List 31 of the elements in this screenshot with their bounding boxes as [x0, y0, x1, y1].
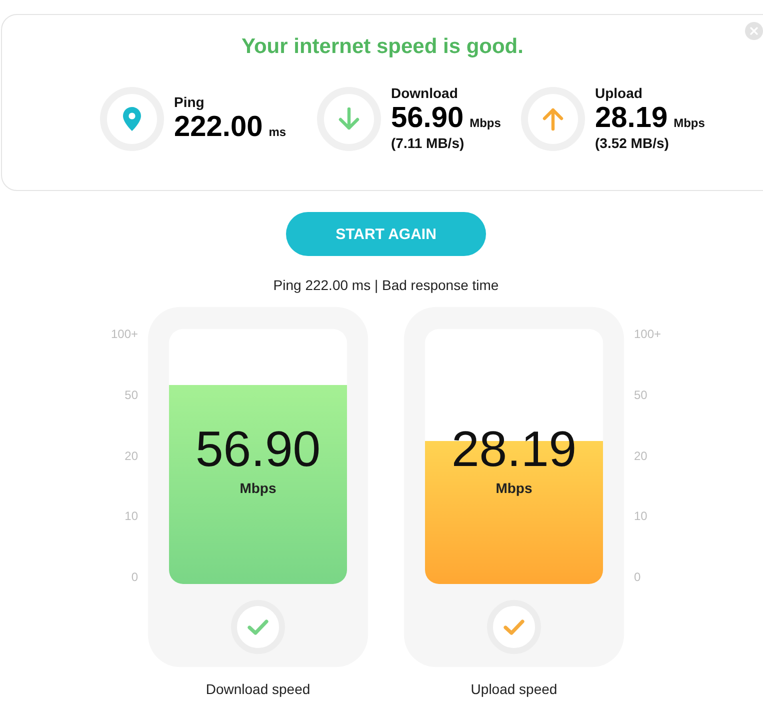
gauge-caption: Download speed — [206, 681, 310, 698]
ping-summary: Ping 222.00 ms | Bad response time — [273, 276, 499, 294]
scale-label: 10 — [124, 509, 138, 524]
stat-label: Download — [391, 85, 459, 102]
scale-label: 50 — [634, 388, 648, 402]
stat-label: Ping — [174, 94, 206, 111]
stat-value: 28.19 — [595, 102, 668, 134]
close-button[interactable] — [745, 22, 763, 40]
stat-rate: (3.52 MB/s) — [595, 134, 670, 152]
gauge-caption: Upload speed — [470, 681, 558, 698]
stat-unit: Mbps — [470, 116, 501, 130]
speed-unit: Mbps — [240, 479, 276, 497]
speed-unit: Mbps — [496, 479, 532, 497]
scale-label: 0 — [634, 570, 641, 584]
speed-verdict: Your internet speed is good. — [240, 35, 524, 59]
scale-label: 50 — [124, 388, 138, 402]
scale-label: 10 — [634, 509, 648, 524]
scale-label: 0 — [131, 570, 138, 584]
stat-rate: (7.11 MB/s) — [391, 134, 466, 152]
scale-label: 20 — [124, 448, 138, 462]
scale-label: 20 — [634, 448, 648, 462]
speed-value: 56.90 — [195, 421, 321, 477]
close-icon — [750, 27, 758, 35]
start-again-button[interactable]: START AGAIN — [286, 212, 486, 256]
stat-value: 56.90 — [391, 102, 464, 134]
stat-label: Upload — [595, 85, 644, 102]
scale-label: 100+ — [110, 327, 138, 341]
stat-unit: Mbps — [674, 116, 705, 130]
scale-label: 100+ — [634, 327, 662, 341]
stat-unit: ms — [268, 125, 286, 139]
stat-value: 222.00 — [174, 111, 263, 143]
